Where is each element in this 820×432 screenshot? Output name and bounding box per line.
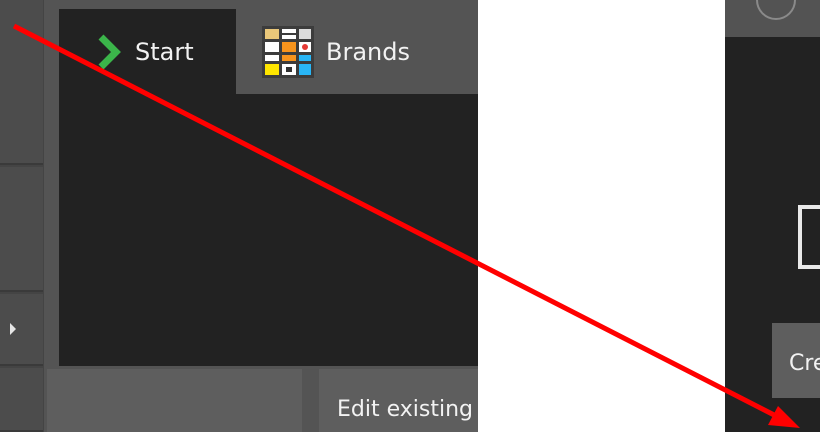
action-tile[interactable] xyxy=(47,369,302,432)
circle-button[interactable] xyxy=(756,0,796,20)
play-arrow-icon xyxy=(10,323,16,335)
rail-tile[interactable] xyxy=(0,167,43,292)
right-top-bar xyxy=(725,0,820,37)
tab-start[interactable]: Start xyxy=(59,9,236,94)
edit-existing-label: Edit existing xyxy=(337,397,473,422)
frame-icon xyxy=(798,205,820,269)
rail-tile[interactable] xyxy=(0,368,43,432)
side-rail xyxy=(0,0,44,432)
right-app-panel: Create xyxy=(725,0,820,432)
tab-start-label: Start xyxy=(135,37,194,66)
edit-existing-tile[interactable]: Edit existing xyxy=(319,369,478,432)
create-label: Create xyxy=(789,351,820,376)
start-content-area xyxy=(59,94,478,366)
tab-brands-label: Brands xyxy=(326,37,410,66)
create-tile[interactable]: Create xyxy=(772,323,820,398)
rail-expand-button[interactable] xyxy=(0,294,43,366)
left-app-panel: Start Brands Edit existing xyxy=(0,0,478,432)
brands-grid-icon xyxy=(262,25,314,78)
tab-brands[interactable]: Brands xyxy=(236,9,436,94)
rail-tile[interactable] xyxy=(0,0,43,165)
chevron-right-icon xyxy=(98,34,121,69)
tab-bar: Start Brands xyxy=(44,0,478,94)
